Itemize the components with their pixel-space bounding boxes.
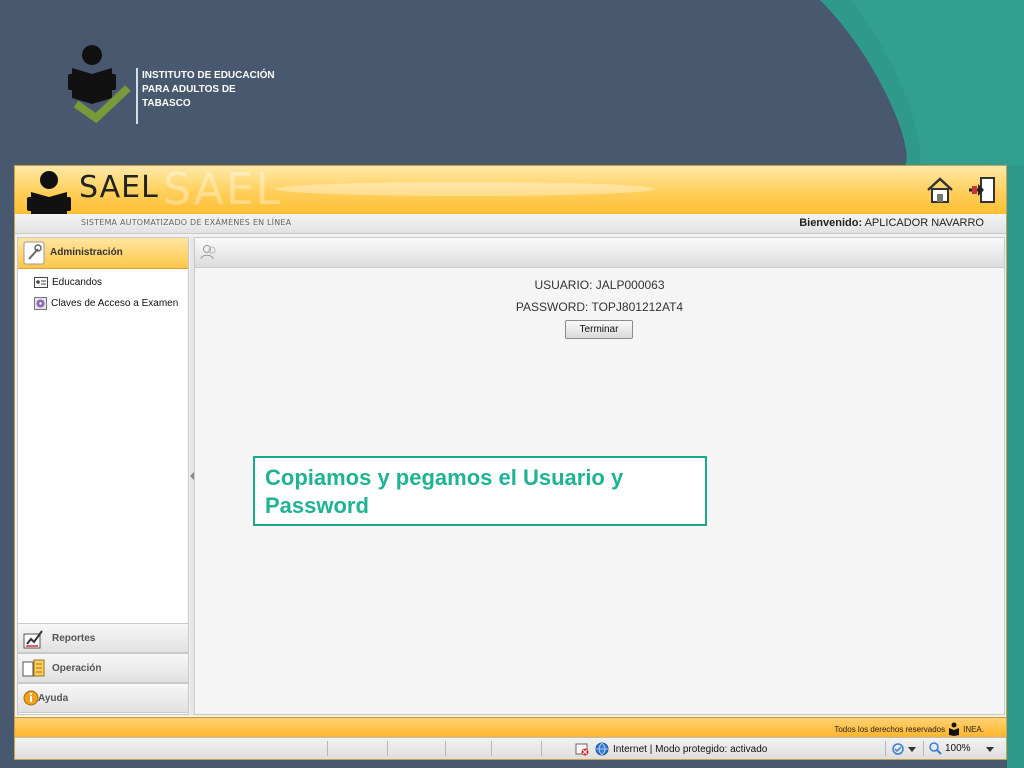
institution-name-line-3: TABASCO — [142, 98, 191, 109]
operation-icon — [22, 659, 45, 677]
institution-divider — [136, 68, 138, 124]
app-subbar: SISTEMA AUTOMATIZADO DE EXÁMENES EN LÍNE… — [15, 214, 1006, 234]
institution-name: INSTITUTO DE EDUCACIÓN PARA ADULTOS DE T… — [142, 69, 312, 111]
statusbar-separator — [885, 741, 886, 756]
sidebar-item-educandos[interactable]: Educandos — [34, 274, 102, 290]
sidebar-item-label: Educandos — [52, 276, 103, 288]
key-disc-icon — [34, 296, 47, 310]
statusbar-separator — [923, 741, 924, 756]
sidebar-section-administracion[interactable]: Administración — [18, 238, 188, 269]
zoom-level: 100% — [945, 743, 971, 754]
app-footer: Todos los derechos reservados INEA. — [15, 717, 1006, 737]
sidebar-nav-label: Reportes — [52, 633, 96, 644]
browser-statusbar: Internet | Modo protegido: activado 100% — [15, 737, 1006, 759]
globe-icon — [595, 742, 609, 756]
popup-blocked-icon[interactable] — [575, 742, 589, 756]
statusbar-separator — [445, 741, 446, 756]
password-text[interactable]: PASSWORD: TOPJ801212AT4 — [195, 300, 1004, 314]
sidebar-item-claves[interactable]: Claves de Acceso a Examen — [34, 295, 178, 311]
security-zone[interactable]: Internet | Modo protegido: activado — [595, 742, 767, 756]
institution-name-line-2: PARA ADULTOS DE — [142, 84, 236, 95]
usuario-text[interactable]: USUARIO: JALP000063 — [195, 278, 1004, 292]
institution-name-line-1: INSTITUTO DE EDUCACIÓN — [142, 70, 275, 81]
header-watermark: SAEL — [163, 164, 283, 215]
terminar-button[interactable]: Terminar — [565, 320, 633, 339]
statusbar-separator — [541, 741, 542, 756]
sidebar-section-label: Administración — [50, 247, 123, 258]
institution-logo-icon — [68, 45, 131, 124]
app-title: SAEL — [79, 170, 159, 205]
header-swoosh — [275, 182, 655, 196]
copyright-brand: INEA. — [963, 724, 984, 734]
report-icon — [23, 630, 43, 649]
welcome-label: Bienvenido: — [799, 217, 863, 229]
welcome-user: APLICADOR NAVARRO — [864, 217, 984, 229]
zoom-icon — [929, 742, 942, 755]
copyright: Todos los derechos reservados INEA. — [834, 722, 984, 736]
callout-annotation: Copiamos y pegamos el Usuario y Password — [253, 456, 707, 526]
sidebar-nav-reportes[interactable]: Reportes — [17, 623, 189, 653]
app-subtitle: SISTEMA AUTOMATIZADO DE EXÁMENES EN LÍNE… — [81, 218, 292, 227]
sidebar-nav-operacion[interactable]: Operación — [17, 653, 189, 683]
main-toolbar — [195, 238, 1004, 268]
inea-logo-icon — [949, 722, 960, 736]
protected-mode-icon[interactable] — [891, 742, 905, 756]
chevron-down-icon[interactable] — [985, 744, 995, 754]
security-zone-label: Internet | Modo protegido: activado — [613, 743, 768, 755]
welcome-message: Bienvenido: APLICADOR NAVARRO — [799, 217, 984, 229]
home-icon[interactable] — [925, 176, 955, 204]
sidebar-nav-label: Ayuda — [38, 693, 69, 704]
id-card-icon — [34, 276, 48, 288]
statusbar-separator — [327, 741, 328, 756]
admin-tools-icon — [23, 241, 45, 265]
sidebar-nav-label: Operación — [52, 663, 102, 674]
sidebar-item-label: Claves de Acceso a Examen — [51, 297, 179, 309]
statusbar-separator — [387, 741, 388, 756]
zoom-control[interactable]: 100% — [929, 742, 998, 755]
statusbar-separator — [491, 741, 492, 756]
users-icon — [200, 245, 216, 260]
copyright-text: Todos los derechos reservados — [834, 724, 946, 734]
app-header: SAEL SAEL — [15, 164, 1006, 223]
chevron-down-icon[interactable] — [907, 742, 917, 756]
sidebar-nav-ayuda[interactable]: Ayuda — [17, 683, 189, 713]
exit-icon[interactable] — [967, 176, 997, 204]
